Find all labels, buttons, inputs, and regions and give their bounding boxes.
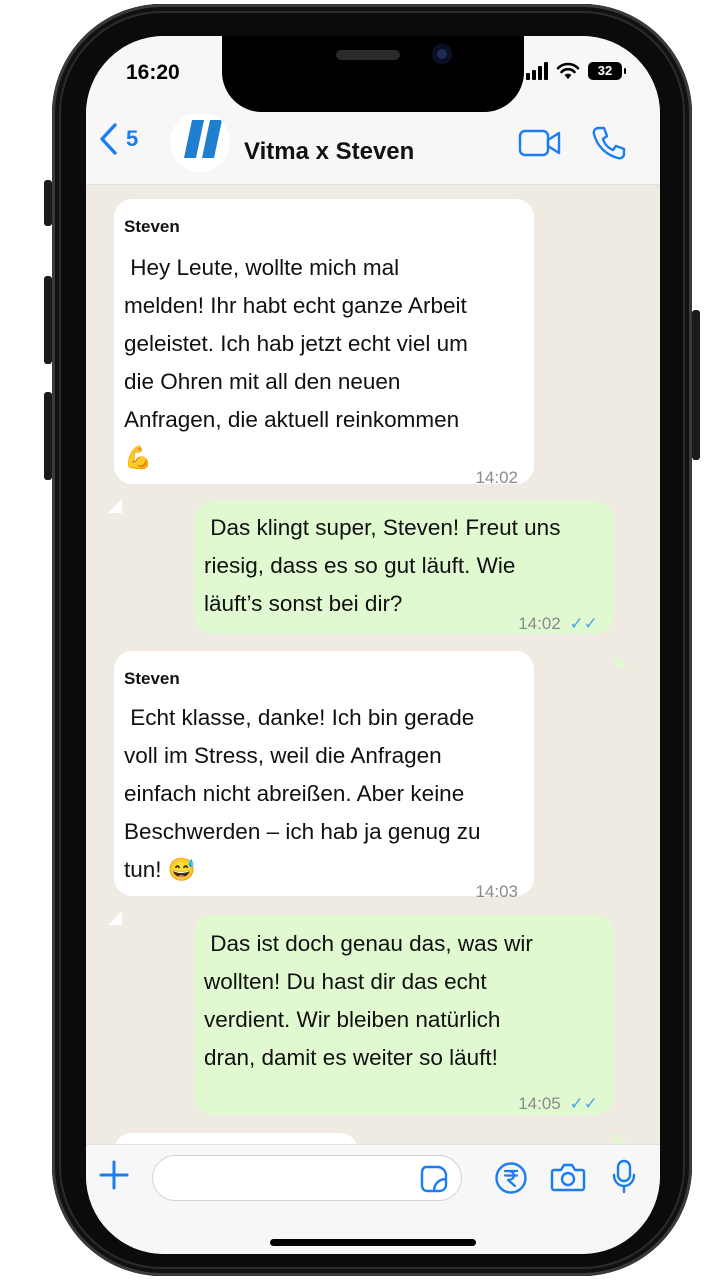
message-sender: Steven (124, 669, 180, 688)
message-text: Das ist doch genau das, was wir wollten!… (204, 931, 533, 1070)
unread-count: 5 (126, 126, 139, 151)
back-button[interactable]: 5 (98, 122, 138, 156)
message-bubble-incoming[interactable]: Steven Echt klasse, danke! Ich bin gerad… (114, 651, 534, 901)
signal-icon (526, 62, 548, 80)
message-text: Echt klasse, danke! Ich bin gerade voll … (124, 705, 481, 882)
brand-logo-icon (184, 120, 222, 158)
message-bubble-outgoing[interactable]: Das klingt super, Steven! Freut uns ries… (194, 501, 614, 634)
bubble-tail (614, 653, 628, 667)
status-time: 16:20 (126, 61, 180, 84)
battery-indicator: 32 (588, 62, 626, 80)
notch (222, 36, 524, 112)
message-time: 14:03 (475, 882, 518, 901)
bubble-tail (614, 1131, 628, 1145)
chat-avatar[interactable] (170, 112, 230, 172)
earpiece-speaker (336, 50, 400, 60)
phone-call-icon[interactable] (590, 124, 628, 162)
message-time-with-ticks: 14:02 ✓✓ (518, 605, 598, 643)
chat-header: 5 Vitma x Steven (86, 112, 660, 185)
phone-screen: 16:20 32 5 Vitma x Steven Steven Hey Leu… (86, 36, 660, 1254)
wifi-icon (556, 62, 580, 79)
video-call-icon[interactable] (518, 128, 562, 158)
message-time: 14:05 (518, 1094, 561, 1113)
message-text: Hey Leute, wollte mich mal melden! Ihr h… (124, 255, 468, 470)
payment-icon[interactable] (494, 1161, 528, 1195)
front-camera (432, 44, 452, 64)
message-input[interactable] (152, 1155, 462, 1201)
chat-area[interactable]: Steven Hey Leute, wollte mich mal melden… (86, 185, 660, 1173)
bubble-tail (108, 499, 122, 513)
message-text: Das klingt super, Steven! Freut uns ries… (204, 515, 561, 616)
bubble-tail (108, 911, 122, 925)
back-chevron-icon (100, 123, 117, 155)
message-sender: Steven (124, 217, 180, 236)
message-bubble-outgoing[interactable]: Das ist doch genau das, was wir wollten!… (194, 915, 614, 1115)
chat-title[interactable]: Vitma x Steven (244, 138, 414, 166)
message-bubble-incoming[interactable]: Steven Hey Leute, wollte mich mal melden… (114, 199, 534, 487)
status-icons: 32 (526, 62, 626, 80)
microphone-icon[interactable] (612, 1159, 636, 1195)
message-input-field[interactable] (169, 1158, 423, 1200)
home-indicator (270, 1239, 476, 1246)
read-receipt-icon: ✓✓ (569, 614, 599, 633)
side-button-volume-up (44, 276, 52, 364)
side-button-volume-down (44, 392, 52, 480)
message-time-with-ticks: 14:05 ✓✓ (518, 1085, 598, 1123)
side-button-mute (44, 180, 52, 226)
plus-icon[interactable] (98, 1159, 130, 1191)
sticker-icon[interactable] (420, 1165, 448, 1193)
read-receipt-icon: ✓✓ (569, 1094, 599, 1113)
message-time: 14:02 (475, 468, 518, 487)
side-button-power (692, 310, 700, 460)
message-time: 14:02 (518, 614, 561, 633)
camera-icon[interactable] (550, 1161, 586, 1193)
message-input-bar (86, 1144, 660, 1254)
